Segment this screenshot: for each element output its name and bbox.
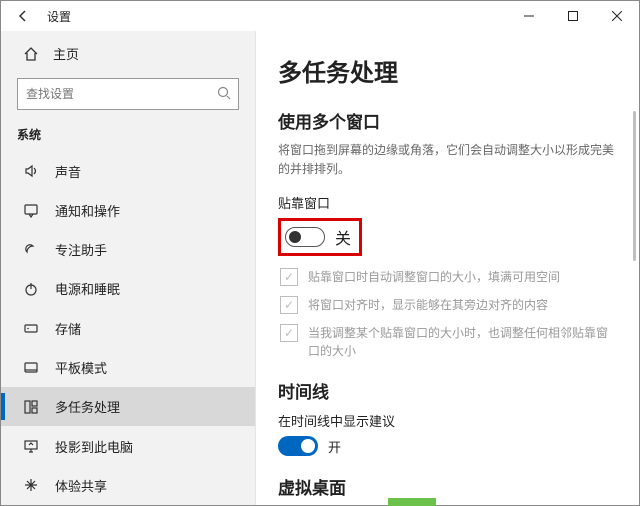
check-label: 当我调整某个贴靠窗口的大小时，也调整任何相邻贴靠窗口的大小 <box>308 324 619 360</box>
nav-power[interactable]: 电源和睡眠 <box>1 269 255 308</box>
settings-window: 设置 主页 系统 声音 <box>0 0 640 506</box>
nav-project[interactable]: 投影到此电脑 <box>1 426 255 465</box>
home-link[interactable]: 主页 <box>1 37 255 70</box>
home-icon <box>23 46 39 62</box>
nav-tablet[interactable]: 平板模式 <box>1 348 255 387</box>
section-virtual-desktops: 虚拟桌面 <box>278 474 619 499</box>
timeline-toggle[interactable] <box>278 436 318 456</box>
nav-label: 声音 <box>55 162 81 181</box>
nav-label: 体验共享 <box>55 476 107 495</box>
snap-state: 关 <box>335 225 351 249</box>
titlebar: 设置 <box>1 1 639 31</box>
minimize-button[interactable] <box>507 1 551 31</box>
group-title: 系统 <box>1 120 255 151</box>
check-label: 贴靠窗口时自动调整窗口的大小，填满可用空间 <box>308 268 560 286</box>
snap-option-3: ✓ 当我调整某个贴靠窗口的大小时，也调整任何相邻贴靠窗口的大小 <box>280 324 619 360</box>
nav-notifications[interactable]: 通知和操作 <box>1 191 255 230</box>
nav-label: 存储 <box>55 319 81 338</box>
nav-label: 多任务处理 <box>55 397 120 416</box>
home-label: 主页 <box>53 44 79 63</box>
sidebar: 主页 系统 声音 通知和操作 专注助 <box>1 31 256 505</box>
nav-shared[interactable]: 体验共享 <box>1 466 255 505</box>
search-icon <box>217 86 231 100</box>
search-input[interactable] <box>17 78 239 110</box>
nav-label: 电源和睡眠 <box>55 279 120 298</box>
notifications-icon <box>23 202 39 218</box>
snap-label: 贴靠窗口 <box>278 193 619 212</box>
nav-storage[interactable]: 存储 <box>1 309 255 348</box>
nav-label: 投影到此电脑 <box>55 437 133 456</box>
nav-multitask[interactable]: 多任务处理 <box>1 387 255 426</box>
timeline-state: 开 <box>328 437 341 456</box>
content-area: 多任务处理 使用多个窗口 将窗口拖到屏幕的边缘或角落，它们会自动调整大小以形成完… <box>256 31 639 505</box>
close-button[interactable] <box>595 1 639 31</box>
window-title: 设置 <box>47 8 71 25</box>
check-label: 将窗口对齐时，显示能够在其旁边对齐的内容 <box>308 296 548 314</box>
maximize-button[interactable] <box>551 1 595 31</box>
focus-icon <box>23 242 39 258</box>
section-multiple-windows: 使用多个窗口 <box>278 108 619 133</box>
checkbox-icon[interactable]: ✓ <box>280 268 298 286</box>
scrollbar-thumb[interactable] <box>633 111 636 261</box>
project-icon <box>23 438 39 454</box>
nav-label: 通知和操作 <box>55 201 120 220</box>
storage-icon <box>23 320 39 336</box>
highlight-box: 关 <box>278 218 362 256</box>
search-box[interactable] <box>17 78 239 110</box>
snap-toggle[interactable] <box>285 227 325 247</box>
checkbox-icon[interactable]: ✓ <box>280 296 298 314</box>
section-desc: 将窗口拖到屏幕的边缘或角落，它们会自动调整大小以形成完美的并排排列。 <box>278 141 619 179</box>
bottom-accent <box>388 498 436 506</box>
snap-option-2: ✓ 将窗口对齐时，显示能够在其旁边对齐的内容 <box>280 296 619 314</box>
checkbox-icon[interactable]: ✓ <box>280 324 298 342</box>
section-timeline: 时间线 <box>278 378 619 403</box>
nav-focus[interactable]: 专注助手 <box>1 230 255 269</box>
tablet-icon <box>23 360 39 376</box>
sound-icon <box>23 163 39 179</box>
nav-label: 平板模式 <box>55 358 107 377</box>
timeline-label: 在时间线中显示建议 <box>278 411 619 430</box>
page-heading: 多任务处理 <box>278 53 619 88</box>
nav-sound[interactable]: 声音 <box>1 151 255 190</box>
snap-option-1: ✓ 贴靠窗口时自动调整窗口的大小，填满可用空间 <box>280 268 619 286</box>
multitask-icon <box>23 399 39 415</box>
nav-label: 专注助手 <box>55 240 107 259</box>
shared-icon <box>23 477 39 493</box>
window-controls <box>507 1 639 31</box>
power-icon <box>23 281 39 297</box>
back-button[interactable] <box>11 4 35 28</box>
